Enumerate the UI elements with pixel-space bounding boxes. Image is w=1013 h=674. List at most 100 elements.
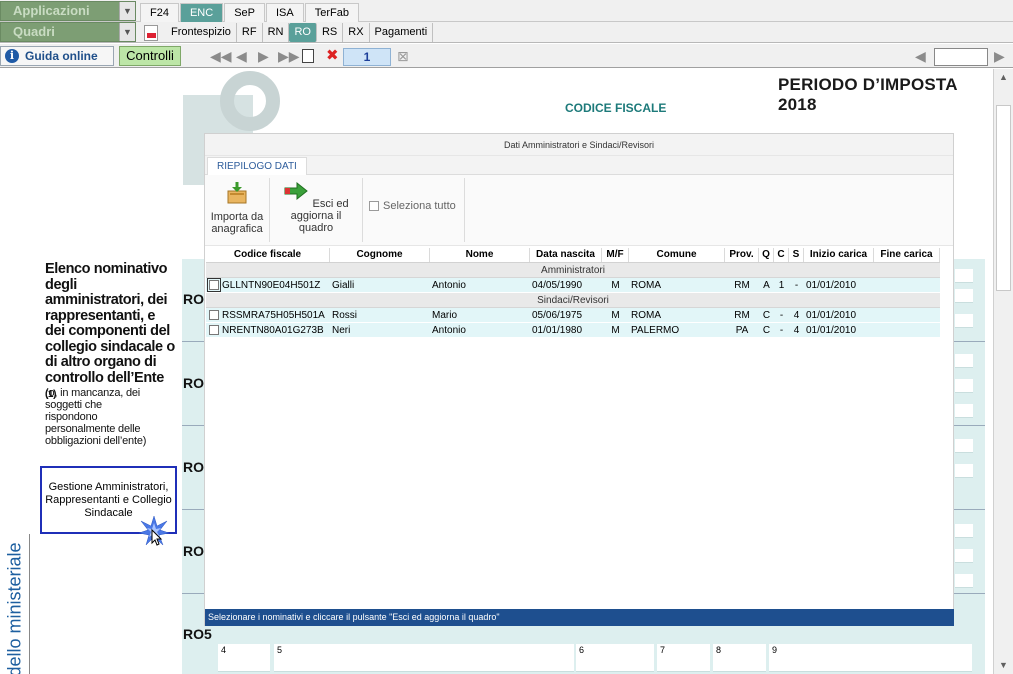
tab-module-f24[interactable]: F24 [140, 3, 179, 22]
form-field[interactable] [955, 354, 973, 368]
form-field[interactable] [955, 574, 973, 588]
scroll-up-icon[interactable]: ▲ [994, 69, 1013, 86]
column-header[interactable]: Data nascita [530, 248, 602, 262]
scroll-down-icon[interactable]: ▼ [994, 657, 1013, 674]
logo-shape [220, 71, 280, 131]
last-page-icon[interactable]: ▶▶ [278, 49, 300, 63]
form-field[interactable]: 8 [713, 644, 766, 672]
form-field[interactable]: 9 [769, 644, 972, 672]
controlli-button[interactable]: Controlli [119, 46, 181, 66]
tab-section-frontespizio[interactable]: Frontespizio [166, 23, 237, 42]
new-page-icon[interactable] [302, 49, 314, 63]
column-header[interactable]: C [774, 248, 789, 262]
quadri-dropdown[interactable]: Quadri ▼ [0, 22, 136, 42]
table-row[interactable]: RSSMRA75H05H501A Rossi Mario 05/06/1975 M ROM… [206, 308, 940, 323]
cell-cognome: Neri [332, 325, 351, 336]
column-header[interactable]: Inizio carica [804, 248, 874, 262]
column-header[interactable]: Prov. [725, 248, 759, 262]
column-header[interactable]: Fine carica [874, 248, 940, 262]
form-field[interactable]: 7 [657, 644, 710, 672]
exit-arrow-icon [284, 181, 309, 201]
section-bar: Quadri ▼ Frontespizio RF RN RO RS RX Pagamenti [0, 22, 1013, 43]
cell-nome: Antonio [432, 325, 466, 336]
tab-section-rx[interactable]: RX [343, 23, 370, 42]
cell-prov: RM [734, 280, 750, 291]
cell-s: 4 [793, 325, 800, 336]
dialog-status-bar: Selezionare i nominativi e cliccare il p… [205, 609, 954, 626]
form-field[interactable] [955, 439, 973, 453]
form-field[interactable] [955, 269, 973, 283]
form-field[interactable] [955, 464, 973, 478]
row-checkbox[interactable] [207, 278, 221, 292]
scrollbar-thumb[interactable] [996, 105, 1011, 291]
cell-c: - [779, 310, 784, 321]
close-page-icon[interactable]: ⊠ [397, 49, 409, 63]
tab-section-rf[interactable]: RF [237, 23, 263, 42]
form-field[interactable]: 6 [576, 644, 654, 672]
seleziona-tutto-checkbox[interactable]: Seleziona tutto [369, 200, 456, 212]
column-header[interactable]: Codice fiscale [206, 248, 330, 262]
goto-field[interactable] [934, 48, 988, 66]
column-header[interactable]: M/F [602, 248, 629, 262]
quadri-label: Quadri [13, 24, 55, 39]
cell-mf: M [611, 280, 620, 291]
group-header: Amministratori [206, 263, 940, 278]
field-number: 6 [579, 645, 585, 655]
row-checkbox[interactable] [209, 325, 219, 335]
cell-s: - [794, 280, 799, 291]
tab-section-ro[interactable]: RO [289, 23, 317, 42]
field-number: 8 [716, 645, 722, 655]
guida-online-label: Guida online [25, 49, 98, 63]
import-icon [227, 182, 247, 204]
form-field[interactable]: 5 [274, 644, 574, 672]
checkbox-icon[interactable] [369, 201, 379, 211]
column-header[interactable]: Cognome [330, 248, 430, 262]
chevron-down-icon[interactable]: ▼ [119, 2, 135, 20]
section-title-text: Elenco nominativo degli amministratori, … [45, 261, 175, 386]
field-number: 5 [277, 645, 283, 655]
chevron-down-icon[interactable]: ▼ [119, 23, 135, 41]
cell-c: - [779, 325, 784, 336]
form-field[interactable] [955, 524, 973, 538]
pdf-icon[interactable] [144, 24, 158, 41]
tab-section-rn[interactable]: RN [263, 23, 290, 42]
tab-module-terfab[interactable]: TerFab [304, 3, 359, 22]
tab-module-enc[interactable]: ENC [179, 3, 224, 22]
form-field[interactable]: 4 [218, 644, 270, 672]
esci-aggiorna-button[interactable]: Esci ed aggiorna il quadro [273, 181, 359, 234]
tab-section-rs[interactable]: RS [317, 23, 344, 42]
table-row[interactable]: NRENTN80A01G273B Neri Antonio 01/01/1980 M PA… [206, 323, 940, 338]
column-header[interactable]: Nome [430, 248, 530, 262]
scroll-right-icon[interactable]: ▶ [994, 49, 1005, 63]
row-checkbox[interactable] [209, 310, 219, 320]
form-field[interactable] [955, 549, 973, 563]
column-header[interactable]: S [789, 248, 804, 262]
tab-module-isa[interactable]: ISA [266, 3, 304, 22]
delete-page-icon[interactable]: ✖ [326, 48, 339, 63]
column-header[interactable]: Q [759, 248, 774, 262]
first-page-icon[interactable]: ◀◀ [210, 49, 232, 63]
form-field[interactable] [955, 379, 973, 393]
tab-section-pagamenti[interactable]: Pagamenti [370, 23, 434, 42]
applicazioni-dropdown[interactable]: Applicazioni ▼ [0, 1, 136, 21]
grid-header: Codice fiscale Cognome Nome Data nascita M/F… [206, 248, 940, 263]
importa-anagrafica-button[interactable]: Importa da anagrafica [207, 181, 267, 235]
next-page-icon[interactable]: ▶ [258, 49, 269, 63]
form-field[interactable] [955, 404, 973, 418]
cell-c: 1 [778, 280, 785, 291]
vertical-scrollbar[interactable]: ▲ ▼ [993, 69, 1013, 674]
table-row[interactable]: GLLNTN90E04H501Z Gialli Antonio 04/05/1990 M… [206, 278, 940, 293]
click-highlight-icon [138, 515, 170, 546]
dialog-toolbar: Importa da anagrafica Esci ed aggiorna i… [205, 175, 953, 246]
column-header[interactable]: Comune [629, 248, 725, 262]
tab-riepilogo-dati[interactable]: RIEPILOGO DATI [207, 157, 307, 176]
tab-module-sep[interactable]: SeP [224, 3, 265, 22]
form-field[interactable] [955, 289, 973, 303]
scroll-left-icon[interactable]: ◀ [915, 49, 926, 63]
page-number-field[interactable]: 1 [343, 48, 391, 66]
guida-online-button[interactable]: i Guida online [0, 46, 114, 66]
previous-page-icon[interactable]: ◀ [236, 49, 247, 63]
module-tabs: F24 ENC SeP ISA TerFab [140, 3, 360, 22]
divider [362, 178, 363, 242]
form-field[interactable] [955, 314, 973, 328]
